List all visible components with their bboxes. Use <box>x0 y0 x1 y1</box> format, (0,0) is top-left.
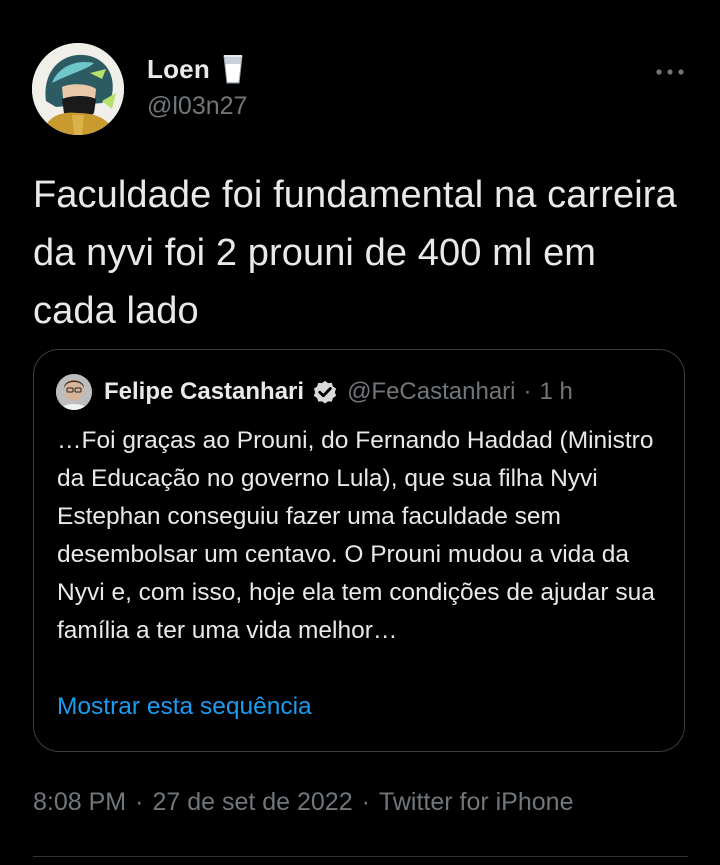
quoted-separator: · <box>523 378 532 405</box>
tweet-source-link[interactable]: Twitter for iPhone <box>379 788 574 817</box>
quoted-author-name: Felipe Castanhari <box>104 378 305 405</box>
quoted-tweet-header: Felipe Castanhari @FeCastanhari · 1 h <box>56 372 573 412</box>
quoted-author-handle: @FeCastanhari <box>347 378 516 405</box>
tweet-text: Faculdade foi fundamental na carreira da… <box>33 174 677 332</box>
author-name-row: Loen <box>147 53 244 85</box>
author-name[interactable]: Loen <box>147 54 210 85</box>
divider <box>33 856 688 857</box>
quoted-timestamp: 1 h <box>539 378 573 405</box>
tweet: Loen @l03n27 Faculdade foi fundamental n… <box>0 0 720 865</box>
author-handle[interactable]: @l03n27 <box>147 92 247 121</box>
show-thread-link[interactable]: Mostrar esta sequência <box>57 693 312 721</box>
milk-glass-emoji-icon <box>222 53 244 85</box>
meta-separator: · <box>135 788 144 816</box>
quoted-author-avatar <box>56 374 92 410</box>
more-options-icon[interactable] <box>654 64 686 75</box>
tweet-metadata: 8:08 PM · 27 de set de 2022 · Twitter fo… <box>33 788 573 817</box>
author-avatar[interactable] <box>32 43 124 135</box>
tweet-date[interactable]: 27 de set de 2022 <box>152 788 352 817</box>
meta-separator: · <box>361 788 370 816</box>
quoted-tweet-text: …Foi graças ao Prouni, do Fernando Hadda… <box>57 427 655 644</box>
tweet-time[interactable]: 8:08 PM <box>33 788 126 817</box>
quoted-tweet-card[interactable]: Felipe Castanhari @FeCastanhari · 1 h …F… <box>33 349 685 752</box>
verified-badge-icon <box>311 378 339 406</box>
